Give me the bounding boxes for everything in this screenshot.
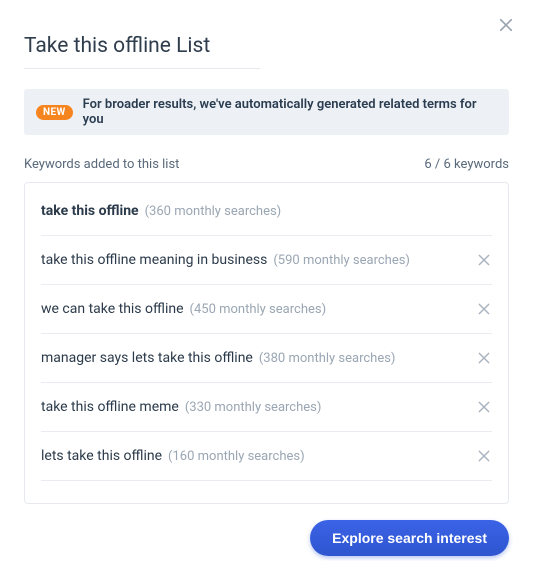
- keyword-term: take this offline meaning in business: [41, 252, 267, 268]
- close-icon[interactable]: [497, 16, 515, 34]
- keyword-term: we can take this offline: [41, 301, 184, 317]
- info-banner: NEW For broader results, we've automatic…: [24, 89, 509, 135]
- keyword-term: lets take this offline: [41, 448, 162, 464]
- banner-text: For broader results, we've automatically…: [83, 97, 497, 127]
- keyword-meta: (330 monthly searches): [185, 400, 322, 415]
- keyword-count: 6 / 6 keywords: [424, 157, 509, 172]
- remove-keyword-icon[interactable]: [476, 252, 492, 268]
- remove-keyword-icon[interactable]: [476, 301, 492, 317]
- keyword-term: manager says lets take this offline: [41, 350, 253, 366]
- remove-keyword-icon[interactable]: [476, 448, 492, 464]
- keyword-row: we can take this offline (450 monthly sea…: [41, 285, 492, 334]
- explore-search-interest-button[interactable]: Explore search interest: [310, 520, 509, 556]
- keyword-row: take this offline (360 monthly searches): [41, 183, 492, 236]
- modal: Take this offline List NEW For broader r…: [0, 0, 533, 561]
- remove-keyword-icon[interactable]: [476, 399, 492, 415]
- keyword-row: take this offline meaning in business (59…: [41, 236, 492, 285]
- keyword-term: take this offline meme: [41, 399, 179, 415]
- keywords-card: take this offline(360 monthly searches)t…: [24, 182, 509, 504]
- footer: Explore search interest: [24, 520, 509, 556]
- keyword-meta: (450 monthly searches): [190, 302, 327, 317]
- keyword-row: take this offline meme (330 monthly searc…: [41, 383, 492, 432]
- remove-keyword-icon[interactable]: [476, 350, 492, 366]
- page-title: Take this offline List: [24, 34, 260, 69]
- keyword-meta: (360 monthly searches): [145, 204, 282, 219]
- keyword-meta: (380 monthly searches): [259, 351, 396, 366]
- list-header: Keywords added to this list 6 / 6 keywor…: [24, 157, 509, 172]
- keyword-term: take this offline: [41, 203, 139, 219]
- new-badge: NEW: [36, 105, 73, 120]
- keyword-meta: (160 monthly searches): [168, 449, 305, 464]
- list-header-label: Keywords added to this list: [24, 157, 179, 172]
- keyword-meta: (590 monthly searches): [273, 253, 410, 268]
- keyword-row: lets take this offline (160 monthly searc…: [41, 432, 492, 481]
- keyword-row: manager says lets take this offline (380 …: [41, 334, 492, 383]
